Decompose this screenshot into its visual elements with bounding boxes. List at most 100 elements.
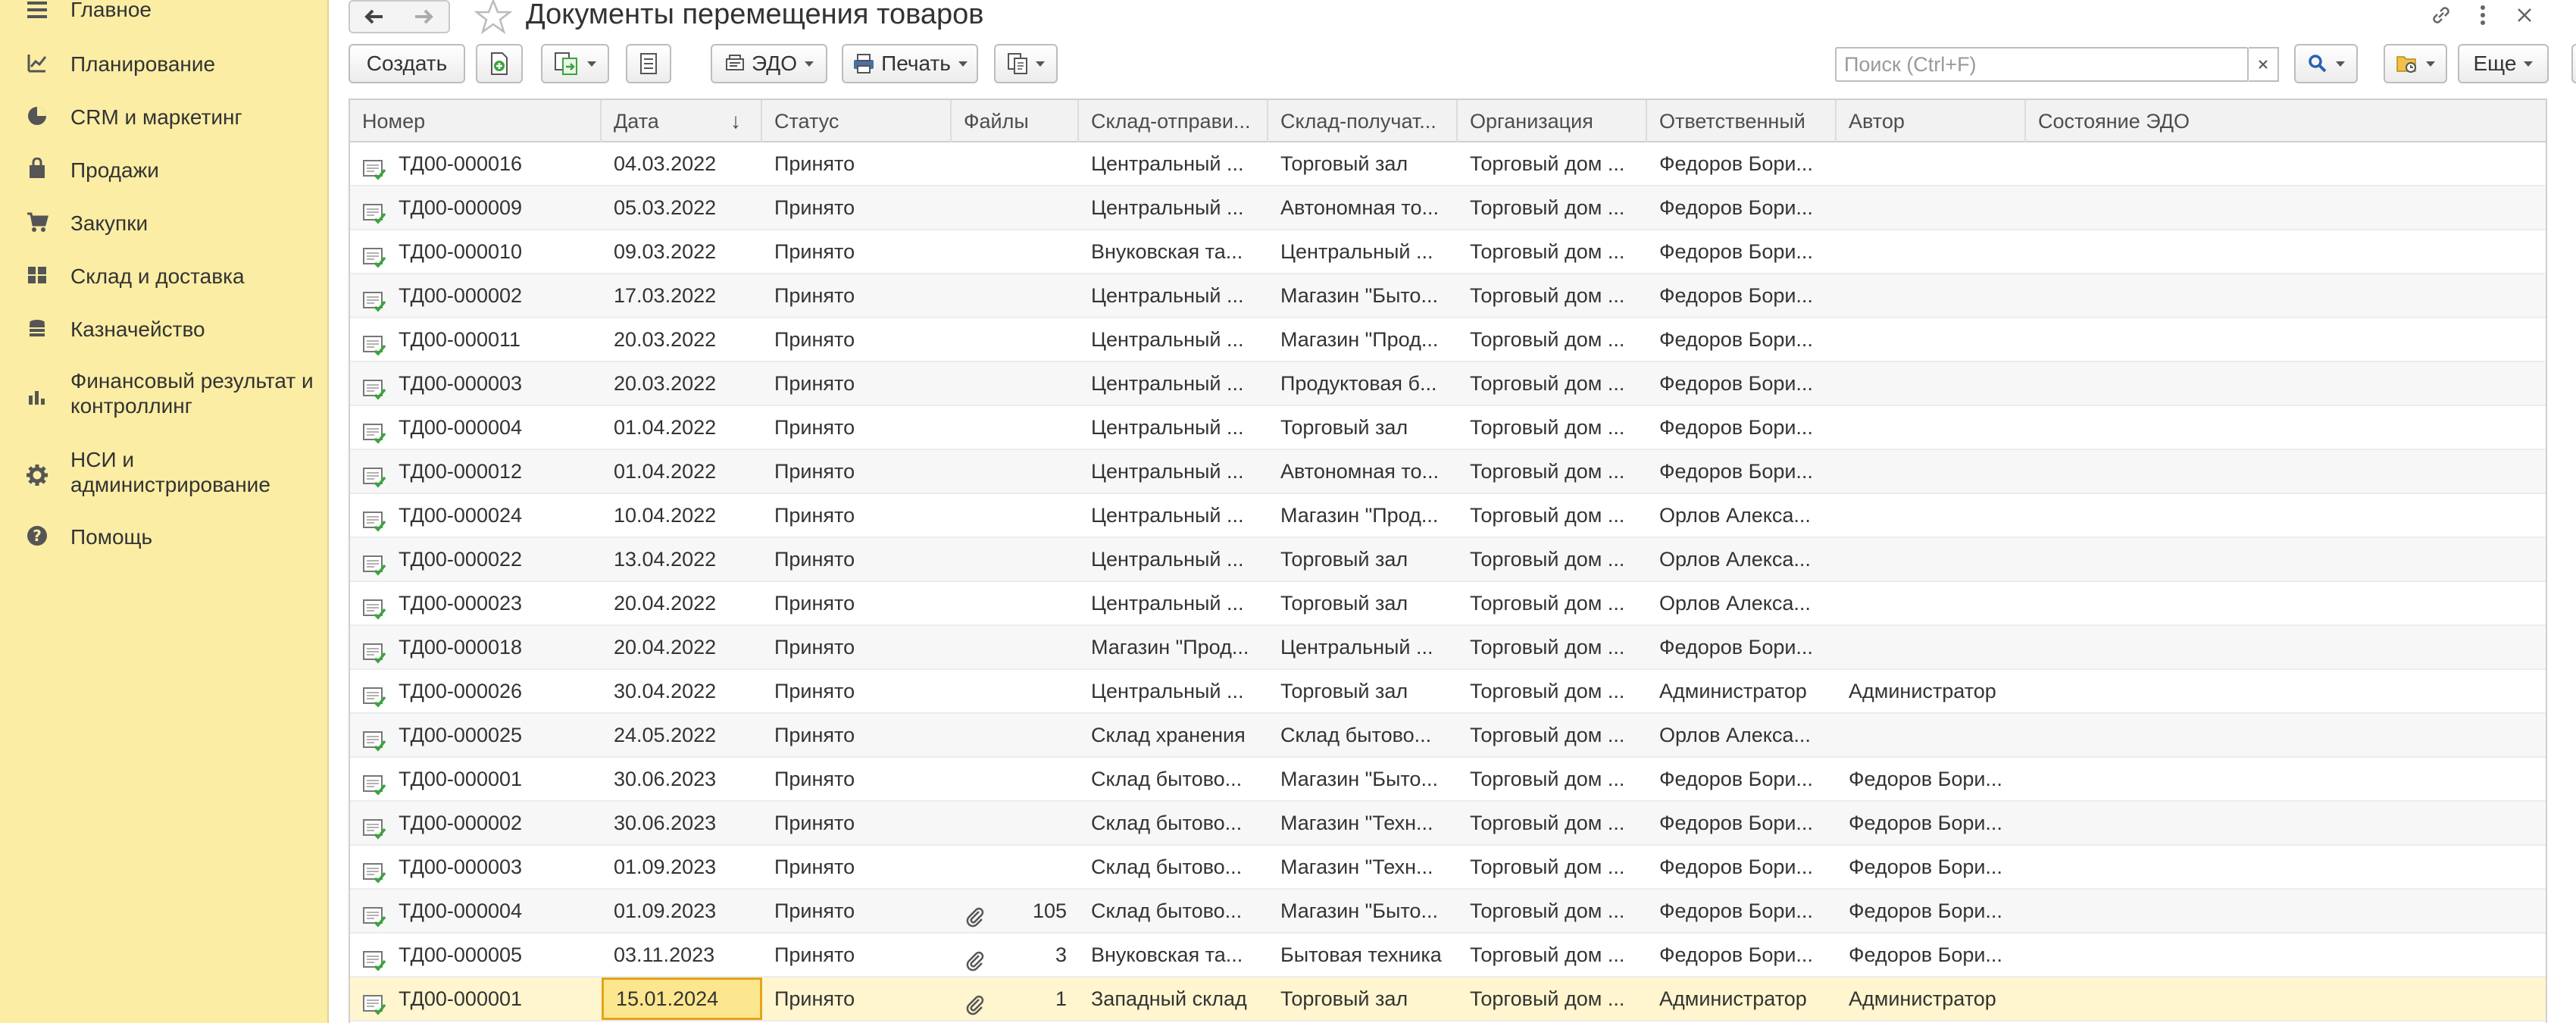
- cell-status[interactable]: Принято: [762, 890, 952, 932]
- cell-files[interactable]: [952, 142, 1079, 185]
- cell-receiver-warehouse[interactable]: Центральный ...: [1268, 230, 1458, 273]
- cell-responsible[interactable]: Федоров Бори...: [1647, 802, 1837, 844]
- cell-sender-warehouse[interactable]: Центральный ...: [1079, 318, 1268, 361]
- cell-number[interactable]: ТД00-000001: [350, 978, 602, 1020]
- cell-files[interactable]: [952, 758, 1079, 800]
- cell-files[interactable]: [952, 230, 1079, 273]
- cell-number[interactable]: ТД00-000003: [350, 846, 602, 888]
- cell-organization[interactable]: Торговый дом ...: [1458, 230, 1647, 273]
- cell-sender-warehouse[interactable]: Склад хранения: [1079, 714, 1268, 756]
- table-row[interactable]: ТД00-000022 13.04.2022 Принято Центральный …: [350, 538, 2546, 582]
- column-header-files[interactable]: Файлы: [952, 100, 1079, 142]
- cell-receiver-warehouse[interactable]: Торговый зал: [1268, 538, 1458, 580]
- search-options-button[interactable]: [2294, 44, 2358, 83]
- table-row[interactable]: ТД00-000012 01.04.2022 Принято Центральный …: [350, 450, 2546, 494]
- cell-status[interactable]: Принято: [762, 670, 952, 712]
- cell-sender-warehouse[interactable]: Центральный ...: [1079, 538, 1268, 580]
- cell-files[interactable]: [952, 538, 1079, 580]
- cell-files[interactable]: 1: [952, 978, 1079, 1020]
- cell-sender-warehouse[interactable]: Центральный ...: [1079, 142, 1268, 185]
- cell-organization[interactable]: Торговый дом ...: [1458, 274, 1647, 317]
- back-button[interactable]: [349, 0, 400, 33]
- column-header-status[interactable]: Статус: [762, 100, 952, 142]
- cell-organization[interactable]: Торговый дом ...: [1458, 450, 1647, 493]
- cell-author[interactable]: [1837, 230, 2026, 273]
- cell-sender-warehouse[interactable]: Склад бытово...: [1079, 846, 1268, 888]
- cell-sender-warehouse[interactable]: Центральный ...: [1079, 274, 1268, 317]
- column-header-edo-state[interactable]: Состояние ЭДО: [2026, 100, 2546, 142]
- cell-organization[interactable]: Торговый дом ...: [1458, 538, 1647, 580]
- cell-date[interactable]: 01.09.2023: [602, 846, 762, 888]
- cell-files[interactable]: [952, 714, 1079, 756]
- cell-receiver-warehouse[interactable]: Магазин "Техн...: [1268, 846, 1458, 888]
- related-docs-button[interactable]: [541, 44, 609, 83]
- print-button[interactable]: Печать: [842, 44, 978, 83]
- cell-date[interactable]: 20.04.2022: [602, 626, 762, 668]
- cell-receiver-warehouse[interactable]: Продуктовая б...: [1268, 362, 1458, 405]
- cell-number[interactable]: ТД00-000004: [350, 406, 602, 449]
- cell-date[interactable]: 04.03.2022: [602, 142, 762, 185]
- help-button[interactable]: ?: [2571, 44, 2576, 83]
- cell-responsible[interactable]: Орлов Алекса...: [1647, 538, 1837, 580]
- cell-receiver-warehouse[interactable]: Торговый зал: [1268, 406, 1458, 449]
- cell-author[interactable]: Администратор: [1837, 670, 2026, 712]
- table-row[interactable]: ТД00-000023 20.04.2022 Принято Центральный …: [350, 582, 2546, 626]
- cell-files[interactable]: [952, 626, 1079, 668]
- cell-receiver-warehouse[interactable]: Торговый зал: [1268, 582, 1458, 624]
- cell-sender-warehouse[interactable]: Центральный ...: [1079, 582, 1268, 624]
- cell-files[interactable]: [952, 274, 1079, 317]
- cell-sender-warehouse[interactable]: Склад бытово...: [1079, 890, 1268, 932]
- column-header-date[interactable]: Дата ↓: [602, 100, 762, 142]
- cell-status[interactable]: Принято: [762, 758, 952, 800]
- column-header-organization[interactable]: Организация: [1458, 100, 1647, 142]
- cell-date[interactable]: 20.03.2022: [602, 362, 762, 405]
- forward-button[interactable]: [399, 0, 450, 33]
- cell-receiver-warehouse[interactable]: Склад бытово...: [1268, 714, 1458, 756]
- cell-sender-warehouse[interactable]: Внуковская та...: [1079, 230, 1268, 273]
- cell-sender-warehouse[interactable]: Центральный ...: [1079, 362, 1268, 405]
- cell-responsible[interactable]: Орлов Алекса...: [1647, 582, 1837, 624]
- sidebar-item-purchases[interactable]: Закупки: [0, 209, 329, 236]
- cell-organization[interactable]: Торговый дом ...: [1458, 934, 1647, 976]
- cell-organization[interactable]: Торговый дом ...: [1458, 758, 1647, 800]
- copy-structure-button[interactable]: [994, 44, 1058, 83]
- cell-author[interactable]: [1837, 494, 2026, 537]
- cell-date[interactable]: 15.01.2024: [602, 978, 762, 1020]
- cell-author[interactable]: Федоров Бори...: [1837, 846, 2026, 888]
- cell-receiver-warehouse[interactable]: Магазин "Техн...: [1268, 802, 1458, 844]
- cell-organization[interactable]: Торговый дом ...: [1458, 362, 1647, 405]
- cell-number[interactable]: ТД00-000024: [350, 494, 602, 537]
- table-row[interactable]: ТД00-000004 01.09.2023 Принято 105 Склад быт…: [350, 890, 2546, 934]
- cell-files[interactable]: [952, 318, 1079, 361]
- table-row[interactable]: ТД00-000003 20.03.2022 Принято Центральный …: [350, 362, 2546, 406]
- cell-date[interactable]: 05.03.2022: [602, 186, 762, 229]
- cell-files[interactable]: [952, 802, 1079, 844]
- cell-receiver-warehouse[interactable]: Магазин "Прод...: [1268, 318, 1458, 361]
- cell-files[interactable]: [952, 846, 1079, 888]
- cell-files[interactable]: 105: [952, 890, 1079, 932]
- cell-sender-warehouse[interactable]: Склад бытово...: [1079, 758, 1268, 800]
- table-row[interactable]: ТД00-000005 03.11.2023 Принято 3 Внуковская …: [350, 934, 2546, 978]
- cell-author[interactable]: [1837, 450, 2026, 493]
- cell-status[interactable]: Принято: [762, 230, 952, 273]
- cell-author[interactable]: [1837, 318, 2026, 361]
- cell-author[interactable]: [1837, 582, 2026, 624]
- cell-number[interactable]: ТД00-000016: [350, 142, 602, 185]
- table-row[interactable]: ТД00-000026 30.04.2022 Принято Центральный …: [350, 670, 2546, 714]
- cell-number[interactable]: ТД00-000010: [350, 230, 602, 273]
- cell-sender-warehouse[interactable]: Центральный ...: [1079, 450, 1268, 493]
- cell-responsible[interactable]: Федоров Бори...: [1647, 406, 1837, 449]
- cell-responsible[interactable]: Федоров Бори...: [1647, 846, 1837, 888]
- cell-date[interactable]: 01.09.2023: [602, 890, 762, 932]
- cell-date[interactable]: 20.03.2022: [602, 318, 762, 361]
- search-clear-button[interactable]: [2249, 47, 2279, 82]
- cell-author[interactable]: [1837, 406, 2026, 449]
- cell-date[interactable]: 17.03.2022: [602, 274, 762, 317]
- cell-date[interactable]: 01.04.2022: [602, 406, 762, 449]
- cell-number[interactable]: ТД00-000018: [350, 626, 602, 668]
- cell-responsible[interactable]: Федоров Бори...: [1647, 142, 1837, 185]
- sidebar-item-finance[interactable]: Финансовый результат и контроллинг: [0, 368, 329, 421]
- cell-number[interactable]: ТД00-000002: [350, 274, 602, 317]
- cell-status[interactable]: Принято: [762, 978, 952, 1020]
- cell-date[interactable]: 20.04.2022: [602, 582, 762, 624]
